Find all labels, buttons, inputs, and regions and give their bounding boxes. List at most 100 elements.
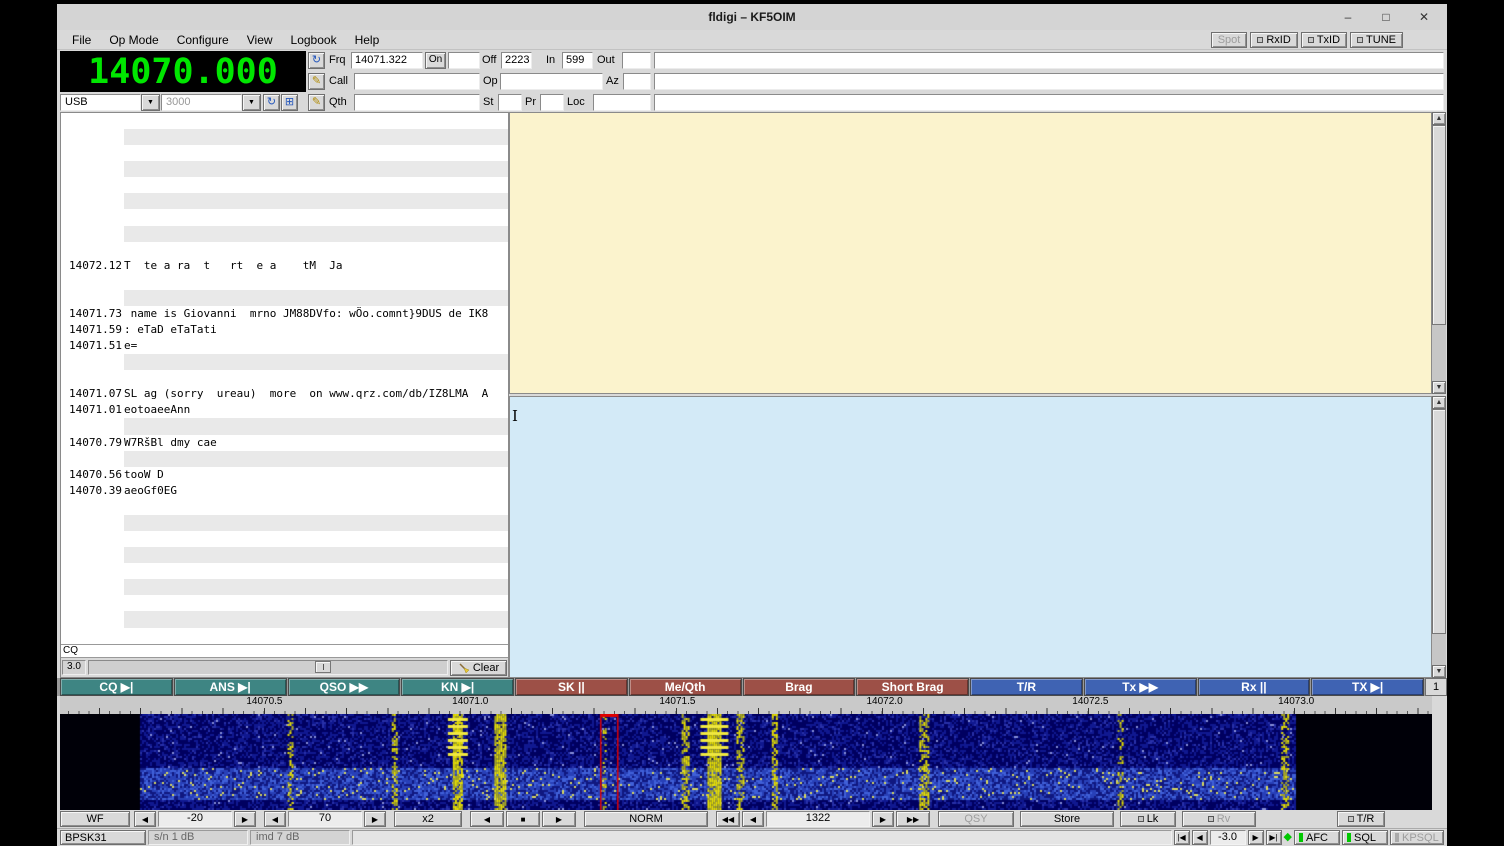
tx-scrollbar[interactable]: ▲ ▼ (1432, 396, 1446, 678)
lower-signal-decrease-button[interactable]: ◀ (134, 811, 156, 827)
rig-mode-select[interactable]: USB ▼ (60, 94, 160, 111)
scroll-left-button[interactable]: ◀ (470, 811, 504, 827)
tx-scroll-up-icon[interactable]: ▲ (1432, 396, 1446, 409)
qsy-button[interactable]: QSY (938, 811, 1014, 827)
rx-scroll-up-icon[interactable]: ▲ (1432, 112, 1446, 125)
pr-input[interactable] (540, 94, 564, 111)
waterfall-canvas[interactable] (60, 714, 1432, 810)
browser-row[interactable]: 14070.39aeoGf0EG (61, 483, 508, 499)
off-time-input[interactable]: 2223 (501, 52, 532, 69)
macro-button-cq[interactable]: CQ ▶| (60, 678, 173, 696)
browser-row[interactable] (61, 113, 508, 129)
browser-row[interactable] (61, 354, 508, 370)
squelch-up-button[interactable]: ▶ (1248, 830, 1264, 845)
browser-row[interactable]: 14071.01eotoaeeAnn (61, 402, 508, 418)
browser-row[interactable] (61, 628, 508, 644)
browser-row[interactable]: 14071.07SL ag (sorry ureau) more on www.… (61, 386, 508, 402)
browser-row[interactable] (61, 611, 508, 627)
tx-scroll-track[interactable] (1432, 409, 1446, 665)
clear-entry-icon[interactable]: ✎ (308, 94, 325, 111)
menu-logbook[interactable]: Logbook (282, 31, 346, 49)
macro-button-tx-end[interactable]: TX ▶| (1311, 678, 1424, 696)
afc-toggle[interactable]: AFC (1294, 830, 1340, 845)
browser-row[interactable] (61, 515, 508, 531)
tune-button[interactable]: TUNE (1350, 32, 1403, 48)
rx-scroll-down-icon[interactable]: ▼ (1432, 381, 1446, 394)
sql-toggle[interactable]: SQL (1342, 830, 1388, 845)
qso-on-button[interactable]: On (425, 52, 446, 69)
edit-entry-icon[interactable]: ✎ (308, 73, 325, 90)
macro-button-ans[interactable]: ANS ▶| (174, 678, 287, 696)
rx-scroll-track[interactable] (1432, 125, 1446, 381)
maximize-button[interactable]: □ (1375, 8, 1397, 26)
browser-row[interactable] (61, 161, 508, 177)
lock-toggle[interactable]: Lk (1120, 811, 1176, 827)
browser-row[interactable] (61, 499, 508, 515)
revert-frequency-icon[interactable]: ↻ (263, 94, 280, 111)
qth-input[interactable] (354, 94, 480, 111)
qsy-recall-icon[interactable]: ↻ (308, 52, 325, 69)
txrx-toggle[interactable]: T/R (1337, 811, 1385, 827)
store-button[interactable]: Store (1020, 811, 1114, 827)
macro-button-me-qth[interactable]: Me/Qth (629, 678, 742, 696)
browser-row[interactable] (61, 145, 508, 161)
menu-op-mode[interactable]: Op Mode (100, 31, 167, 49)
call-input[interactable] (354, 73, 480, 90)
az-input[interactable] (623, 73, 651, 90)
lower-signal-increase-button[interactable]: ▶ (234, 811, 256, 827)
tx-scroll-thumb[interactable] (1432, 409, 1446, 634)
close-button[interactable]: ✕ (1413, 8, 1435, 26)
txid-button[interactable]: TxID (1301, 32, 1347, 48)
op-input[interactable] (500, 73, 603, 90)
minimize-button[interactable]: – (1337, 8, 1359, 26)
browser-row[interactable]: 14071.59: eTaD eTaTati (61, 322, 508, 338)
wf-display-mode-button[interactable]: WF (60, 811, 130, 827)
rst-in-input[interactable]: 599 (562, 52, 593, 69)
squelch-max-button[interactable]: ▶| (1266, 830, 1282, 845)
loc-input[interactable] (593, 94, 651, 111)
rst-out-input[interactable] (622, 52, 651, 69)
browser-row[interactable]: 14071.51e= (61, 338, 508, 354)
browser-row[interactable] (61, 242, 508, 258)
browser-row[interactable] (61, 177, 508, 193)
browser-row[interactable] (61, 579, 508, 595)
browser-row[interactable] (61, 209, 508, 225)
macro-button-t-r[interactable]: T/R (970, 678, 1083, 696)
browser-row[interactable]: 14071.73 name is Giovanni mrno JM88DVfo:… (61, 306, 508, 322)
frq-input[interactable]: 14071.322 (351, 52, 423, 69)
center-stop-button[interactable]: ■ (506, 811, 540, 827)
tx-text-area[interactable]: I (509, 396, 1432, 678)
browser-row[interactable] (61, 226, 508, 242)
browser-row[interactable] (61, 290, 508, 306)
browser-row[interactable] (61, 129, 508, 145)
browser-row[interactable] (61, 451, 508, 467)
macro-button-sk[interactable]: SK || (515, 678, 628, 696)
browser-seek-field[interactable]: CQ (61, 644, 508, 658)
frequency-display[interactable]: 14070.000 (60, 51, 306, 92)
browser-row[interactable] (61, 418, 508, 434)
menu-view[interactable]: View (238, 31, 282, 49)
rig-mode-dropdown-icon[interactable]: ▼ (141, 94, 160, 111)
squelch-down-button[interactable]: ◀ (1192, 830, 1208, 845)
rx-scrollbar[interactable]: ▲ ▼ (1432, 112, 1446, 394)
wf-speed-button[interactable]: NORM (584, 811, 708, 827)
bandwidth-select[interactable]: 3000 ▼ (161, 94, 261, 111)
signal-range-decrease-button[interactable]: ◀ (264, 811, 286, 827)
freq-coarse-down-button[interactable]: ◀◀ (716, 811, 740, 827)
macro-button-short-brag[interactable]: Short Brag (856, 678, 969, 696)
reverse-toggle[interactable]: Rv (1182, 811, 1256, 827)
rxid-button[interactable]: RxID (1250, 32, 1297, 48)
macro-button-kn[interactable]: KN ▶| (401, 678, 514, 696)
freq-down-button[interactable]: ◀ (742, 811, 764, 827)
op-mode-status-button[interactable]: BPSK31 (60, 830, 146, 845)
add-frequency-icon[interactable]: ⊞ (281, 94, 298, 111)
menu-help[interactable]: Help (346, 31, 389, 49)
browser-row[interactable]: 14072.12T te a ra t rt e a tM Ja (61, 258, 508, 274)
freq-coarse-up-button[interactable]: ▶▶ (896, 811, 930, 827)
kpsql-toggle[interactable]: KPSQL (1390, 830, 1444, 845)
scroll-right-button[interactable]: ▶ (542, 811, 576, 827)
notes-input-1[interactable] (654, 52, 1444, 69)
squelch-min-button[interactable]: |◀ (1174, 830, 1190, 845)
st-input[interactable] (498, 94, 522, 111)
macro-set-button[interactable]: 1 (1425, 678, 1447, 696)
